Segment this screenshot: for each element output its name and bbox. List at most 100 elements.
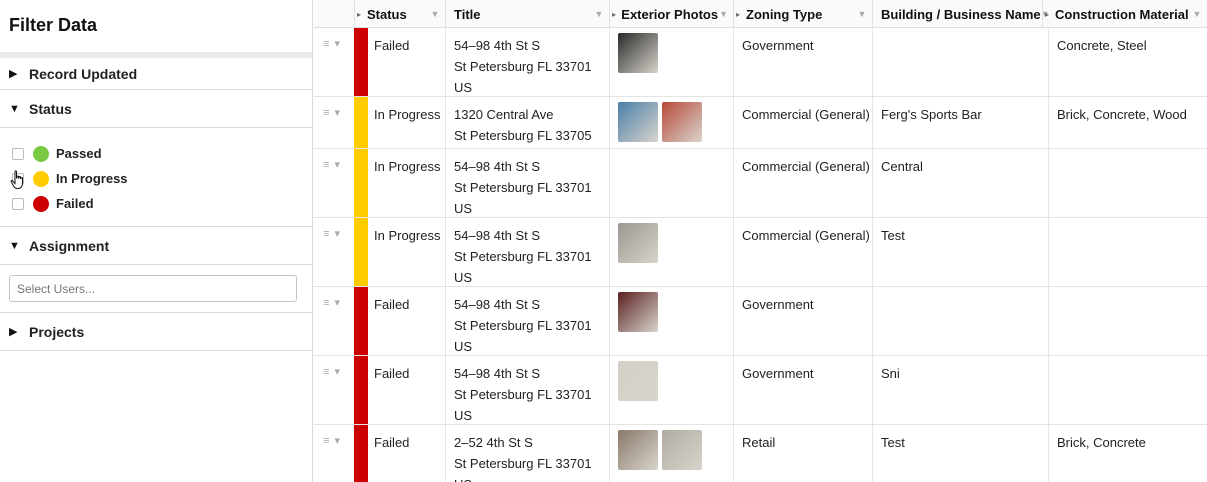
drag-handle-icon[interactable]: ≡ ▾ xyxy=(323,434,341,447)
title-line: US xyxy=(454,408,473,423)
cell-construction-material[interactable]: Brick, Concrete xyxy=(1048,425,1207,482)
section-projects[interactable]: ▶ Projects xyxy=(0,313,312,350)
section-label: Assignment xyxy=(29,237,110,254)
resize-handle-icon[interactable]: ▸ xyxy=(612,10,619,19)
cell-business-name[interactable] xyxy=(872,28,1048,96)
checkbox[interactable] xyxy=(12,147,24,160)
drag-handle-icon[interactable]: ≡ ▾ xyxy=(323,227,341,240)
cell-construction-material[interactable] xyxy=(1048,149,1207,217)
status-color-bar xyxy=(354,149,368,217)
cell-zoning-type[interactable]: Commercial (General) xyxy=(733,218,872,286)
cell-exterior-photos[interactable] xyxy=(609,425,733,482)
cell-zoning-type[interactable]: Retail xyxy=(733,425,872,482)
cell-title[interactable]: 1320 Central Ave St Petersburg FL 33705 xyxy=(445,97,609,148)
cell-exterior-photos[interactable] xyxy=(609,28,733,96)
cell-status[interactable]: Failed xyxy=(368,28,445,96)
photo-thumbnail[interactable] xyxy=(618,430,658,470)
cell-business-name[interactable]: Sni xyxy=(872,356,1048,424)
status-dot-icon xyxy=(33,145,49,162)
section-status[interactable]: ▼ Status xyxy=(0,90,312,127)
cell-zoning-type[interactable]: Government xyxy=(733,287,872,355)
sort-arrow-icon[interactable]: ▼ xyxy=(1191,9,1203,19)
cell-construction-material[interactable]: Brick, Concrete, Wood xyxy=(1048,97,1207,148)
column-header-zoning-type[interactable]: ▸ Zoning Type ▼ xyxy=(733,0,872,28)
column-header-business-name[interactable]: Building / Business Name ▼ xyxy=(872,0,1050,28)
section-label: Status xyxy=(29,100,72,117)
cell-business-name[interactable] xyxy=(872,287,1048,355)
status-option-passed[interactable]: Passed xyxy=(12,141,312,166)
photo-thumbnail[interactable] xyxy=(618,33,658,73)
section-record-updated[interactable]: ▶ Record Updated xyxy=(0,58,312,89)
cell-construction-material[interactable] xyxy=(1048,287,1207,355)
cell-title[interactable]: 54–98 4th St S St Petersburg FL 33701 US xyxy=(445,149,609,217)
drag-handle-icon[interactable]: ≡ ▾ xyxy=(323,37,341,50)
photo-thumbnail[interactable] xyxy=(618,292,658,332)
cell-title[interactable]: 54–98 4th St S St Petersburg FL 33701 US xyxy=(445,356,609,424)
sort-arrow-icon[interactable]: ▼ xyxy=(718,9,729,19)
title-line: St Petersburg FL 33701 xyxy=(454,249,592,264)
drag-handle-icon[interactable]: ≡ ▾ xyxy=(323,158,341,171)
cell-status[interactable]: Failed xyxy=(368,425,445,482)
cell-exterior-photos[interactable] xyxy=(609,149,733,217)
title-line: US xyxy=(454,80,473,95)
cell-zoning-type[interactable]: Government xyxy=(733,28,872,96)
title-line: 1320 Central Ave xyxy=(454,107,554,122)
photo-thumbnail[interactable] xyxy=(618,223,658,263)
cell-construction-material[interactable]: Concrete, Steel xyxy=(1048,28,1207,96)
cell-exterior-photos[interactable] xyxy=(609,97,733,148)
photo-thumbnail[interactable] xyxy=(618,102,658,142)
title-line: US xyxy=(454,270,473,285)
resize-handle-icon[interactable]: ▸ xyxy=(357,10,365,19)
column-header-construction-material[interactable]: ▸ Construction Material ▼ xyxy=(1042,0,1207,28)
drag-handle-icon[interactable]: ≡ ▾ xyxy=(323,296,341,309)
cell-title[interactable]: 54–98 4th St S St Petersburg FL 33701 US xyxy=(445,287,609,355)
checkbox[interactable] xyxy=(12,197,24,210)
select-users-input[interactable] xyxy=(9,275,297,302)
table-row[interactable]: ≡ ▾ Failed 54–98 4th St S St Petersburg FL … xyxy=(314,28,1207,97)
table-row[interactable]: ≡ ▾ In Progress 54–98 4th St S St Petersbur… xyxy=(314,149,1207,218)
drag-handle-icon[interactable]: ≡ ▾ xyxy=(323,106,341,119)
section-assignment[interactable]: ▼ Assignment xyxy=(0,227,312,264)
table-row[interactable]: ≡ ▾ Failed 54–98 4th St S St Petersburg FL … xyxy=(314,287,1207,356)
column-header-title[interactable]: Title ▼ xyxy=(445,0,609,28)
status-option-failed[interactable]: Failed xyxy=(12,191,312,216)
cell-status[interactable]: Failed xyxy=(368,287,445,355)
column-header-exterior-photos[interactable]: ▸ Exterior Photos ▼ xyxy=(609,0,733,28)
photo-thumbnail[interactable] xyxy=(662,102,702,142)
cell-status[interactable]: Failed xyxy=(368,356,445,424)
cell-business-name[interactable]: Test xyxy=(872,218,1048,286)
cell-status[interactable]: In Progress xyxy=(368,97,445,148)
cell-zoning-type[interactable]: Commercial (General) xyxy=(733,149,872,217)
cell-construction-material[interactable] xyxy=(1048,356,1207,424)
cell-business-name[interactable]: Central xyxy=(872,149,1048,217)
triangle-down-icon: ▼ xyxy=(9,239,20,252)
cell-title[interactable]: 54–98 4th St S St Petersburg FL 33701 US xyxy=(445,218,609,286)
photo-thumbnail[interactable] xyxy=(662,430,702,470)
resize-handle-icon[interactable]: ▸ xyxy=(736,10,744,19)
cell-zoning-type[interactable]: Government xyxy=(733,356,872,424)
sort-arrow-icon[interactable]: ▼ xyxy=(429,9,441,19)
cell-business-name[interactable]: Ferg's Sports Bar xyxy=(872,97,1048,148)
table-row[interactable]: ≡ ▾ In Progress 54–98 4th St S St Petersbur… xyxy=(314,218,1207,287)
cell-status[interactable]: In Progress xyxy=(368,149,445,217)
status-option-in-progress[interactable]: In Progress xyxy=(12,166,312,191)
cell-zoning-type[interactable]: Commercial (General) xyxy=(733,97,872,148)
cell-exterior-photos[interactable] xyxy=(609,218,733,286)
column-header-status[interactable]: ▸ Status ▼ xyxy=(354,0,445,28)
cell-business-name[interactable]: Test xyxy=(872,425,1048,482)
cell-construction-material[interactable] xyxy=(1048,218,1207,286)
resize-handle-icon[interactable]: ▸ xyxy=(1045,10,1053,19)
table-header: ▸ Status ▼ Title ▼ ▸ Exterior Photos ▼ ▸… xyxy=(314,0,1207,28)
cell-title[interactable]: 54–98 4th St S St Petersburg FL 33701 US xyxy=(445,28,609,96)
sort-arrow-icon[interactable]: ▼ xyxy=(593,9,605,19)
cell-status[interactable]: In Progress xyxy=(368,218,445,286)
drag-handle-icon[interactable]: ≡ ▾ xyxy=(323,365,341,378)
cell-exterior-photos[interactable] xyxy=(609,287,733,355)
table-row[interactable]: ≡ ▾ In Progress 1320 Central Ave St Petersb… xyxy=(314,97,1207,149)
table-row[interactable]: ≡ ▾ Failed 2–52 4th St S St Petersburg FL 3… xyxy=(314,425,1207,482)
cell-exterior-photos[interactable] xyxy=(609,356,733,424)
sort-arrow-icon[interactable]: ▼ xyxy=(856,9,868,19)
cell-title[interactable]: 2–52 4th St S St Petersburg FL 33701 US xyxy=(445,425,609,482)
photo-thumbnail[interactable] xyxy=(618,361,658,401)
table-row[interactable]: ≡ ▾ Failed 54–98 4th St S St Petersburg FL … xyxy=(314,356,1207,425)
